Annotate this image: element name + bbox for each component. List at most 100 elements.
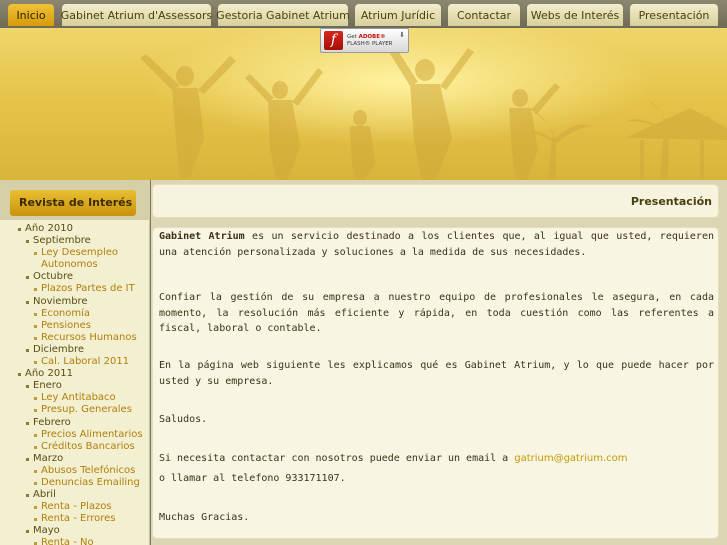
tree-item-label: Octubre bbox=[33, 271, 74, 283]
tab-presentacion[interactable]: Presentación bbox=[630, 4, 718, 26]
tree-item-label: Año 2011 bbox=[25, 368, 73, 380]
tree-article-link[interactable]: Créditos Bancarios bbox=[0, 441, 150, 453]
tree-item-label: Autonomos bbox=[41, 259, 98, 271]
get-flash-player-button[interactable]: f Get ADOBE® FLASH® PLAYER ⬇ bbox=[320, 28, 409, 53]
tree-item-label: Año 2010 bbox=[25, 223, 73, 234]
tree-article-link[interactable]: Ley Antitabaco bbox=[0, 392, 150, 404]
sidebar-title: Revista de Interés bbox=[10, 190, 136, 216]
bullet-icon bbox=[34, 481, 37, 485]
tree-item-label: Ley Antitabaco bbox=[41, 392, 116, 404]
tree-month: Febrero bbox=[0, 417, 150, 429]
tree-article-link[interactable]: Abusos Telefónicos bbox=[0, 465, 150, 477]
tree-month: Enero bbox=[0, 380, 150, 392]
tree-item-label: Plazos Partes de IT bbox=[41, 283, 135, 295]
tree-article-link[interactable]: Pensiones bbox=[0, 320, 150, 332]
company-name: Gabinet Atrium bbox=[159, 231, 245, 242]
tree-article-link[interactable]: Autonomos bbox=[0, 259, 150, 271]
bullet-icon bbox=[34, 336, 37, 340]
bullet-icon bbox=[34, 409, 37, 413]
archive-tree: Año 2010 Septiembre Ley Desempleo Autonomos… bbox=[0, 223, 150, 545]
tree-article-link[interactable]: Ley Desempleo bbox=[0, 247, 150, 259]
email-link[interactable]: gatrium@gatrium.com bbox=[514, 453, 627, 464]
tree-article-link[interactable]: Precios Alimentarios bbox=[0, 429, 150, 441]
bullet-icon bbox=[34, 288, 37, 292]
tab-gestoria-gabinet-atrium[interactable]: Gestoria Gabinet Atrium bbox=[216, 4, 350, 26]
paragraph-intro: Gabinet Atrium es un servicio destinado … bbox=[159, 229, 714, 260]
tree-item-label: Septiembre bbox=[33, 235, 91, 247]
tree-item-label: Abril bbox=[33, 489, 56, 501]
tree-item-label: Créditos Bancarios bbox=[41, 440, 135, 452]
tree-item-label: Mayo bbox=[33, 525, 60, 537]
tree-month: Diciembre bbox=[0, 344, 150, 356]
flash-get-label: Get bbox=[347, 33, 357, 40]
contact-text: Si necesita contactar con nosotros puede… bbox=[159, 453, 515, 464]
tree-month: Marzo bbox=[0, 453, 150, 465]
tree-item-label: Denuncias Emailing bbox=[41, 476, 140, 488]
tree-article-link[interactable]: Renta - Errores bbox=[0, 513, 150, 525]
sidebar: Revista de Interés Año 2010 Septiembre Ley… bbox=[0, 180, 150, 545]
bullet-icon bbox=[34, 469, 37, 473]
paragraph-phone: o llamar al telefono 933171107. bbox=[159, 473, 346, 484]
tree-article-link[interactable]: Renta - No bbox=[0, 537, 150, 545]
paragraph-confiar: Confiar la gestión de su empresa a nuest… bbox=[159, 292, 714, 334]
tab-atrium-juridic[interactable]: Atrium Jurídic bbox=[355, 4, 441, 26]
tree-year: Año 2011 bbox=[0, 368, 150, 380]
tree-article-link[interactable]: Cal. Laboral 2011 bbox=[0, 356, 150, 368]
paragraph-web: En la página web siguiente les explicamo… bbox=[159, 360, 714, 387]
bullet-icon bbox=[26, 530, 29, 534]
bullet-icon bbox=[34, 324, 37, 328]
tree-item-label: Diciembre bbox=[33, 343, 85, 355]
bullet-icon bbox=[26, 300, 29, 304]
tab-webs-de-interes[interactable]: Webs de Interés bbox=[527, 4, 623, 26]
top-navigation: Inicio Gabinet Atrium d'Assessors Gestor… bbox=[0, 0, 727, 28]
tree-month: Mayo bbox=[0, 525, 150, 537]
tab-gabinet-atrium-assessors[interactable]: Gabinet Atrium d'Assessors bbox=[61, 4, 212, 26]
bullet-icon bbox=[26, 276, 29, 280]
flash-player-label: FLASH® PLAYER bbox=[347, 40, 393, 47]
tree-year: Año 2010 bbox=[0, 223, 150, 235]
tree-article-link[interactable]: Plazos Partes de IT bbox=[0, 283, 150, 295]
bullet-icon bbox=[26, 421, 29, 425]
tree-article-link[interactable]: Economía bbox=[0, 308, 150, 320]
tree-month: Abril bbox=[0, 489, 150, 501]
bullet-icon bbox=[34, 312, 37, 316]
page-title: Presentación bbox=[630, 195, 712, 208]
tree-item-label: Ley Desempleo bbox=[41, 247, 118, 259]
tree-item-label: Marzo bbox=[33, 452, 64, 464]
tree-item-label: Febrero bbox=[33, 416, 71, 428]
tree-item-label: Enero bbox=[33, 380, 62, 392]
bullet-icon bbox=[34, 445, 37, 449]
tree-month: Septiembre bbox=[0, 235, 150, 247]
tab-contactar[interactable]: Contactar bbox=[448, 4, 520, 26]
tree-item-label: Presup. Generales bbox=[41, 404, 132, 416]
tree-item-label: Abusos Telefónicos bbox=[41, 464, 136, 476]
bullet-icon bbox=[34, 518, 37, 522]
tree-article-link[interactable]: Denuncias Emailing bbox=[0, 477, 150, 489]
bullet-icon bbox=[26, 385, 29, 389]
header-banner: f Get ADOBE® FLASH® PLAYER ⬇ bbox=[0, 28, 727, 180]
tree-item-label: Renta - Plazos bbox=[41, 501, 112, 513]
tree-month: Octubre bbox=[0, 271, 150, 283]
bullet-icon bbox=[26, 494, 29, 498]
tree-item-label: Cal. Laboral 2011 bbox=[41, 356, 130, 368]
tree-item-label: Precios Alimentarios bbox=[41, 428, 143, 440]
tree-month: Noviembre bbox=[0, 296, 150, 308]
bullet-icon bbox=[34, 506, 37, 510]
bullet-icon bbox=[18, 228, 21, 231]
content-panel: Gabinet Atrium es un servicio destinado … bbox=[152, 227, 719, 539]
download-arrow-icon: ⬇ bbox=[399, 31, 405, 39]
tree-item-label: Recursos Humanos bbox=[41, 331, 137, 343]
tree-article-link[interactable]: Renta - Plazos bbox=[0, 501, 150, 513]
bullet-icon bbox=[34, 361, 37, 365]
paragraph-contact: Si necesita contactar con nosotros puede… bbox=[159, 451, 714, 467]
tree-item-label: Noviembre bbox=[33, 295, 88, 307]
bullet-icon bbox=[34, 433, 37, 437]
page-title-bar: Presentación bbox=[152, 184, 719, 218]
flash-adobe-label: ADOBE® bbox=[358, 33, 386, 40]
tree-article-link[interactable]: Presup. Generales bbox=[0, 404, 150, 416]
bullet-icon bbox=[26, 457, 29, 461]
tab-inicio[interactable]: Inicio bbox=[8, 4, 54, 26]
paragraph-gracias: Muchas Gracias. bbox=[159, 512, 250, 523]
tree-item-label: Economía bbox=[41, 307, 91, 319]
tree-article-link[interactable]: Recursos Humanos bbox=[0, 332, 150, 344]
